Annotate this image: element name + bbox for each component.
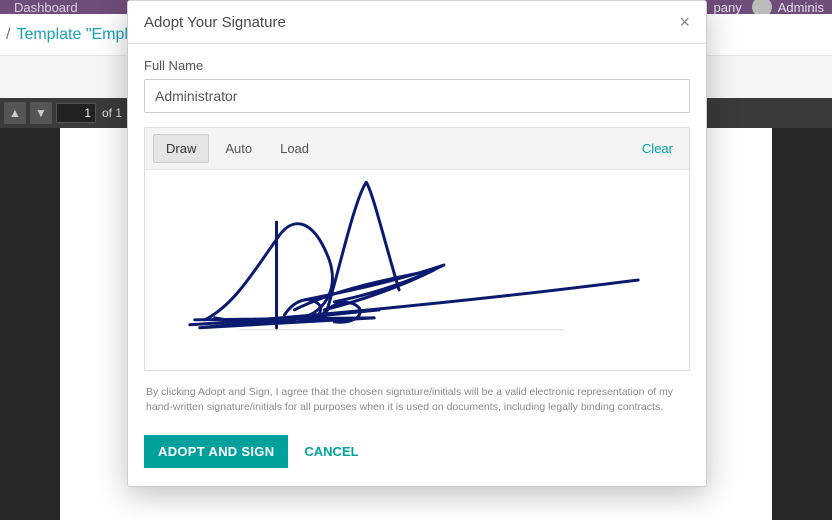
- legal-disclaimer: By clicking Adopt and Sign, I agree that…: [146, 385, 688, 415]
- modal-header: Adopt Your Signature ×: [128, 1, 706, 44]
- clear-signature-button[interactable]: Clear: [634, 135, 681, 162]
- modal-title: Adopt Your Signature: [144, 14, 286, 31]
- topbar-company[interactable]: pany: [714, 0, 752, 15]
- page-down-button[interactable]: ▼: [30, 102, 52, 124]
- close-icon: ×: [679, 12, 690, 32]
- page-number-input[interactable]: [56, 103, 96, 123]
- full-name-label: Full Name: [144, 58, 690, 73]
- modal-close-button[interactable]: ×: [679, 13, 690, 31]
- arrow-down-icon: ▼: [35, 106, 47, 120]
- page-up-button[interactable]: ▲: [4, 102, 26, 124]
- tab-draw[interactable]: Draw: [153, 134, 209, 163]
- signature-panel: Draw Auto Load Clear: [144, 127, 690, 371]
- signature-canvas[interactable]: [145, 170, 689, 370]
- breadcrumb-text[interactable]: Template "Emplo: [16, 26, 136, 44]
- adopt-signature-modal: Adopt Your Signature × Full Name Draw Au…: [127, 0, 707, 487]
- arrow-up-icon: ▲: [9, 106, 21, 120]
- breadcrumb-sep: /: [6, 26, 10, 44]
- topbar-tab-dashboard[interactable]: Dashboard: [0, 0, 92, 15]
- signature-drawing-icon: [145, 170, 689, 370]
- tab-load[interactable]: Load: [268, 135, 321, 162]
- signature-mode-tabs: Draw Auto Load Clear: [145, 128, 689, 170]
- modal-footer: ADOPT AND SIGN CANCEL: [128, 421, 706, 486]
- cancel-button[interactable]: CANCEL: [304, 444, 358, 459]
- full-name-input[interactable]: [144, 79, 690, 113]
- tab-auto[interactable]: Auto: [213, 135, 264, 162]
- page-total-label: of 1: [102, 106, 122, 120]
- adopt-and-sign-button[interactable]: ADOPT AND SIGN: [144, 435, 288, 468]
- topbar-username[interactable]: Adminis: [778, 0, 832, 15]
